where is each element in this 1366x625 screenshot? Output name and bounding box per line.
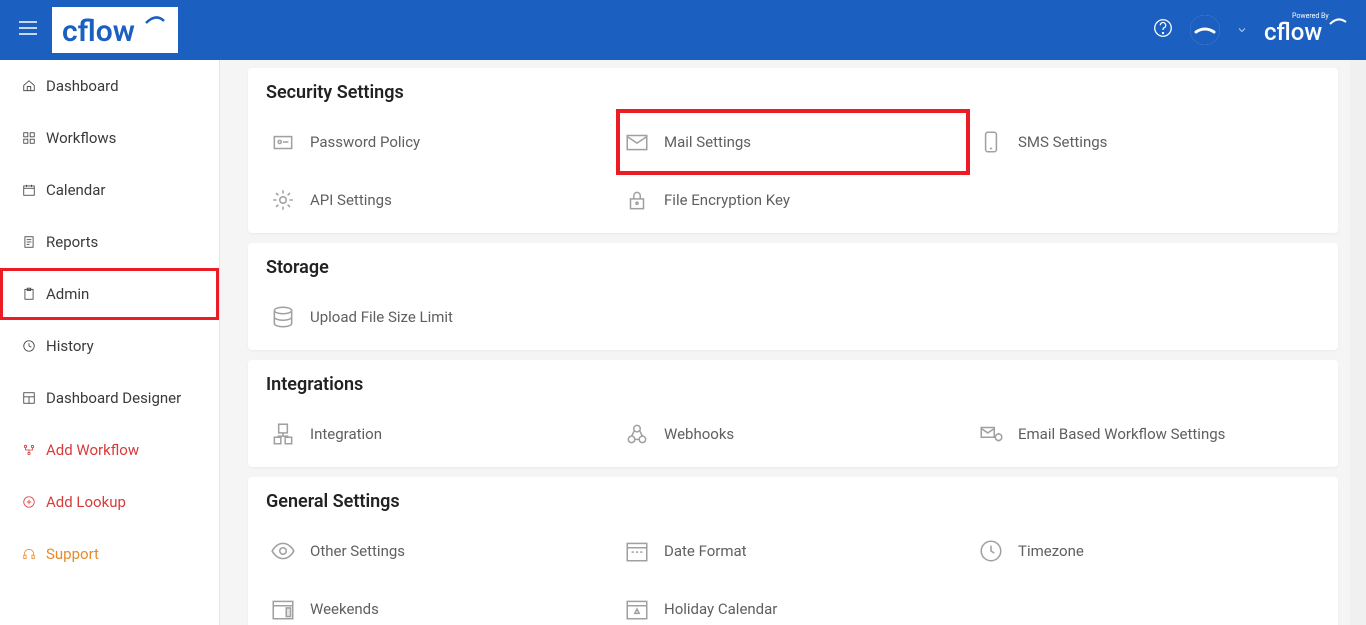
sidebar-item-label: History — [46, 337, 94, 355]
sidebar-item-admin[interactable]: Admin — [0, 268, 219, 320]
setting-label: Weekends — [310, 600, 379, 618]
phone-icon — [978, 129, 1004, 155]
email-workflow-icon — [978, 421, 1004, 447]
topbar: cflow Powered By cflow — [0, 0, 1366, 60]
setting-label: Password Policy — [310, 133, 420, 151]
home-icon — [22, 79, 36, 93]
setting-label: Other Settings — [310, 542, 405, 560]
topbar-left: cflow — [16, 7, 178, 53]
sidebar-item-label: Workflows — [46, 129, 116, 147]
setting-label: API Settings — [310, 191, 392, 209]
webhook-icon — [624, 421, 650, 447]
sidebar-item-add-lookup[interactable]: Add Lookup — [0, 476, 219, 528]
setting-label: File Encryption Key — [664, 191, 790, 209]
setting-api-settings[interactable]: API Settings — [266, 175, 612, 225]
section-title: Storage — [266, 257, 1320, 278]
timezone-icon — [978, 538, 1004, 564]
powered-by-logo: Powered By cflow — [1264, 8, 1350, 52]
section-general-settings: General Settings Other Settings Date For… — [248, 477, 1338, 625]
holiday-icon — [624, 596, 650, 622]
plus-circle-icon — [22, 495, 36, 509]
setting-mail-settings[interactable]: Mail Settings — [620, 113, 966, 171]
mail-icon — [624, 129, 650, 155]
sidebar-item-workflows[interactable]: Workflows — [0, 112, 219, 164]
setting-webhooks[interactable]: Webhooks — [620, 409, 966, 459]
main-content: Security Settings Password Policy Mail S… — [220, 60, 1366, 625]
svg-text:cflow: cflow — [1264, 18, 1322, 46]
sidebar-item-label: Reports — [46, 233, 98, 251]
menu-icon[interactable] — [16, 16, 40, 44]
setting-holiday-calendar[interactable]: Holiday Calendar — [620, 584, 966, 625]
setting-label: Upload File Size Limit — [310, 308, 453, 326]
sidebar-item-support[interactable]: Support — [0, 528, 219, 580]
sidebar-item-label: Calendar — [46, 181, 106, 199]
sidebar-item-label: Dashboard Designer — [46, 389, 181, 407]
clipboard-icon — [22, 287, 36, 301]
setting-other-settings[interactable]: Other Settings — [266, 526, 612, 576]
sidebar-item-history[interactable]: History — [0, 320, 219, 372]
sidebar-item-label: Add Lookup — [46, 493, 126, 511]
setting-weekends[interactable]: Weekends — [266, 584, 612, 625]
section-title: General Settings — [266, 491, 1320, 512]
setting-label: Webhooks — [664, 425, 734, 443]
setting-email-workflow[interactable]: Email Based Workflow Settings — [974, 409, 1320, 459]
setting-label: Date Format — [664, 542, 747, 560]
svg-text:cflow: cflow — [62, 14, 135, 49]
add-icon — [22, 443, 36, 457]
integration-icon — [270, 421, 296, 447]
headphones-icon — [22, 547, 36, 561]
clock-icon — [22, 339, 36, 353]
sidebar-item-label: Add Workflow — [46, 441, 139, 459]
help-icon[interactable] — [1152, 17, 1174, 43]
setting-label: Integration — [310, 425, 382, 443]
sidebar-item-reports[interactable]: Reports — [0, 216, 219, 268]
setting-password-policy[interactable]: Password Policy — [266, 117, 612, 167]
section-integrations: Integrations Integration Webhooks Email … — [248, 360, 1338, 467]
setting-upload-file-size-limit[interactable]: Upload File Size Limit — [266, 292, 612, 342]
password-icon — [270, 129, 296, 155]
sidebar-item-add-workflow[interactable]: Add Workflow — [0, 424, 219, 476]
setting-label: Holiday Calendar — [664, 600, 777, 618]
layout-icon — [22, 391, 36, 405]
calendar-icon — [22, 183, 36, 197]
sidebar-item-dashboard[interactable]: Dashboard — [0, 60, 219, 112]
database-icon — [270, 304, 296, 330]
setting-label: Email Based Workflow Settings — [1018, 425, 1225, 443]
section-security-settings: Security Settings Password Policy Mail S… — [248, 68, 1338, 233]
setting-label: SMS Settings — [1018, 133, 1107, 151]
document-icon — [22, 235, 36, 249]
setting-label: Timezone — [1018, 542, 1084, 560]
sidebar-item-label: Support — [46, 545, 99, 563]
setting-sms-settings[interactable]: SMS Settings — [974, 117, 1320, 167]
section-title: Security Settings — [266, 82, 1320, 103]
grid-icon — [22, 131, 36, 145]
user-avatar[interactable] — [1190, 15, 1220, 45]
sidebar-item-dashboard-designer[interactable]: Dashboard Designer — [0, 372, 219, 424]
sidebar-item-label: Dashboard — [46, 77, 119, 95]
lock-icon — [624, 187, 650, 213]
api-icon — [270, 187, 296, 213]
topbar-right: Powered By cflow — [1152, 8, 1350, 52]
setting-date-format[interactable]: Date Format — [620, 526, 966, 576]
date-icon — [624, 538, 650, 564]
scrollbar[interactable] — [1350, 60, 1366, 625]
weekends-icon — [270, 596, 296, 622]
section-title: Integrations — [266, 374, 1320, 395]
sidebar-item-label: Admin — [46, 285, 89, 303]
sidebar: Dashboard Workflows Calendar Reports Adm… — [0, 60, 220, 625]
brand-logo[interactable]: cflow — [52, 7, 178, 53]
sidebar-item-calendar[interactable]: Calendar — [0, 164, 219, 216]
setting-file-encryption-key[interactable]: File Encryption Key — [620, 175, 966, 225]
setting-label: Mail Settings — [664, 133, 751, 151]
chevron-down-icon[interactable] — [1236, 21, 1248, 40]
eye-icon — [270, 538, 296, 564]
setting-integration[interactable]: Integration — [266, 409, 612, 459]
section-storage: Storage Upload File Size Limit — [248, 243, 1338, 350]
setting-timezone[interactable]: Timezone — [974, 526, 1320, 576]
